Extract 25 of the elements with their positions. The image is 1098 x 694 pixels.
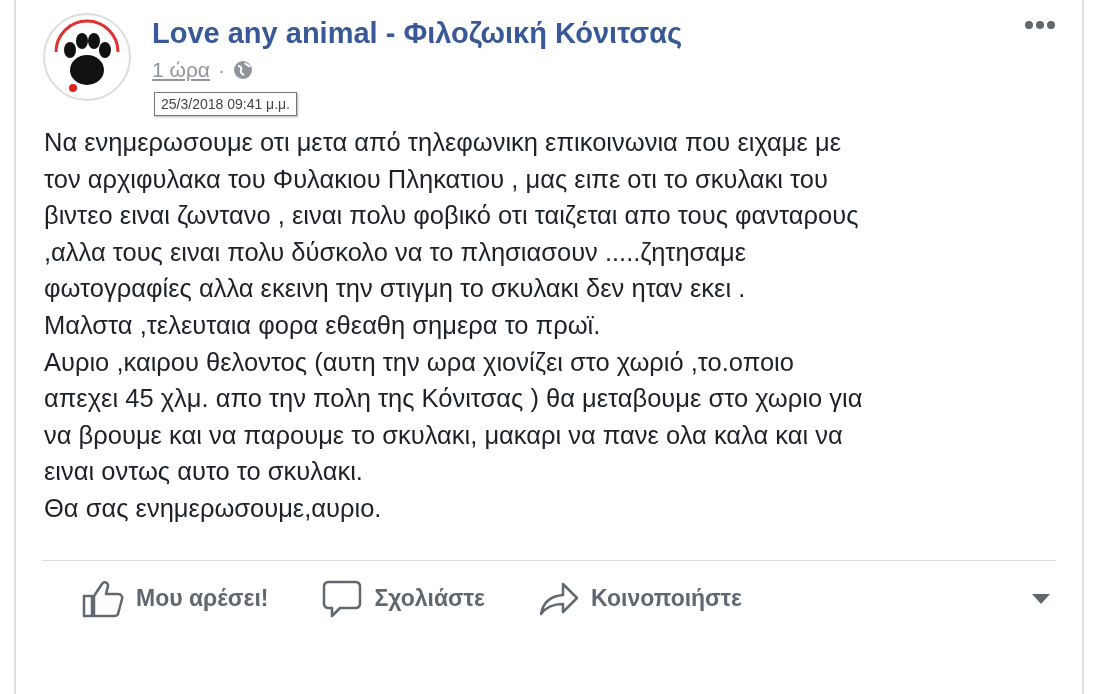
post-text-line: τον αρχιφυλακα του Φυλακιου Πληκατιου , μας ειπε οτι το σκυλακι του	[44, 163, 829, 195]
share-button[interactable]: Κοινοποιήστε	[538, 581, 743, 616]
caret-icon[interactable]	[1032, 593, 1050, 604]
post-text-line: Μαλστα ,τελευταια φορα εθεαθη σημερα το πρωϊ.	[44, 309, 602, 341]
separator: ·	[218, 58, 225, 82]
share-arrow-icon	[538, 581, 579, 616]
post-text-line: να βρουμε και να παρουμε το σκυλακι, μακαρι να πανε ολα καλα και να	[44, 419, 844, 451]
paw-logo-icon	[42, 12, 132, 102]
post-text-line: ,αλλα τους ειναι πολυ δύσκολο να το πλησιασουν .....ζητησαμε	[44, 236, 748, 268]
like-button[interactable]: Μου αρέσει!	[82, 579, 269, 618]
post-text-line: φωτογραφίες αλλα εκεινη την στιγμη το σκυλακι δεν ηταν εκει .	[44, 273, 747, 305]
globe-icon	[233, 60, 253, 80]
post-text-line: ειναι οντως αυτο το σκυλακι.	[44, 456, 364, 488]
post-text-line: Να ενημερωσουμε οτι μετα από τηλεφωνικη επικοινωνια που ειχαμε με	[44, 127, 843, 158]
post-text-line: απεχει 45 χλμ. απο την πολη της Κόνιτσας ) θα μεταβουμε στο χωριο για	[44, 383, 864, 415]
post-text-line: Θα σας ενημερωσουμε,αυριο.	[44, 492, 383, 524]
date-tooltip: 25/3/2018 09:41 μ.μ.	[154, 92, 297, 116]
timestamp-link[interactable]: 1 ώρα	[152, 58, 210, 82]
post-text-line: βιντεο ειναι ζωντανο , ειναι πολυ φοβικό οτι ταιζεται απο τους φανταρους	[44, 200, 860, 232]
speech-bubble-icon	[322, 579, 363, 618]
comment-button[interactable]: Σχολιάστε	[322, 579, 485, 618]
post-text-line: Αυριο ,καιρου θελοντος (αυτη την ωρα χιονίζει στο χωριό ,το.οποιο	[44, 346, 795, 378]
thumbs-up-icon	[82, 579, 124, 618]
page-name[interactable]: Love any animal - Φιλοζωική Κόνιτσας	[152, 14, 683, 52]
more-options-icon[interactable]	[1024, 20, 1056, 30]
